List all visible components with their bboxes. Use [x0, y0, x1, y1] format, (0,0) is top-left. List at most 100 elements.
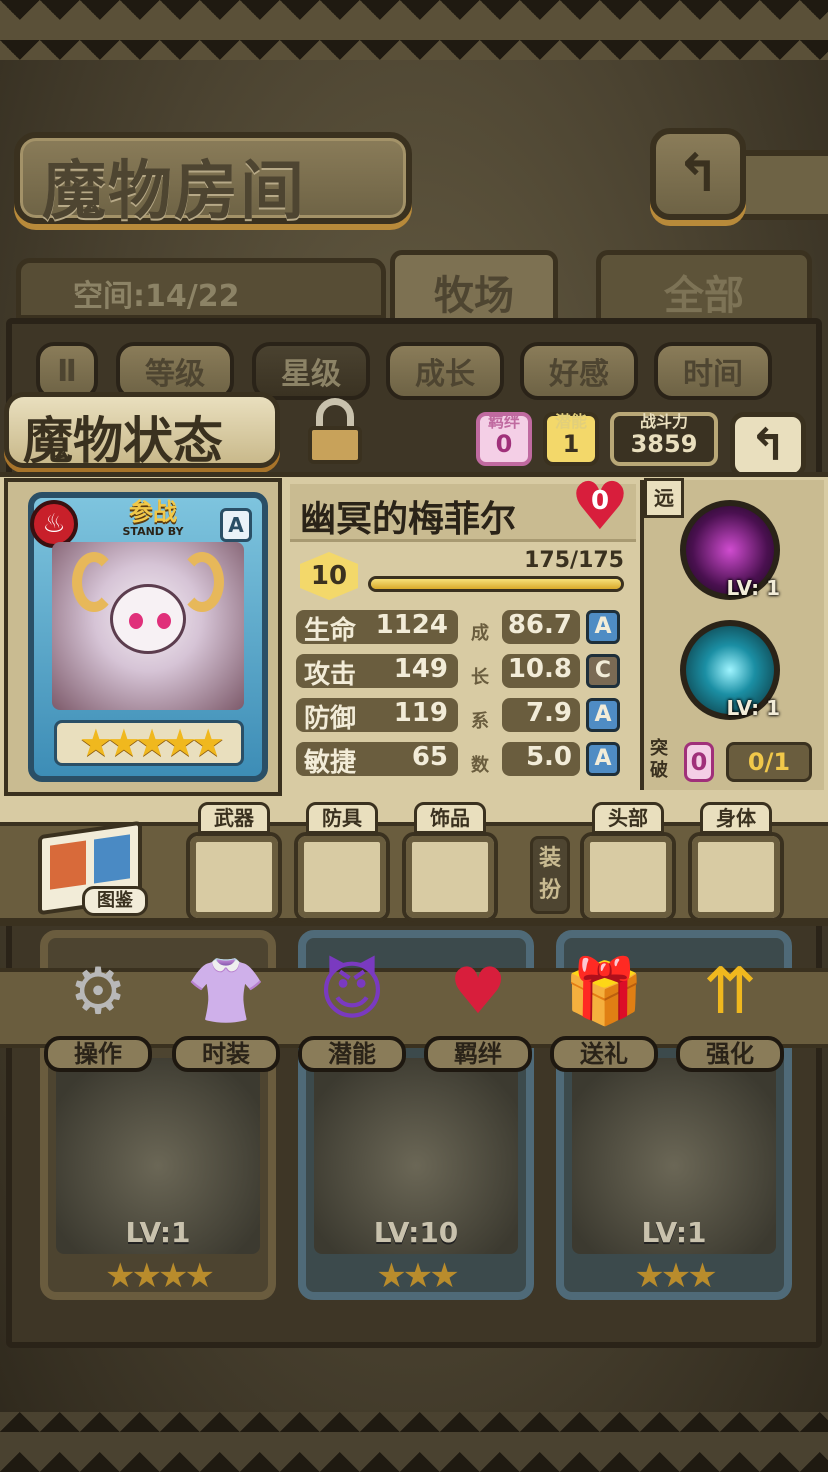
tab-ranch[interactable]: 牧场 [390, 250, 558, 328]
breakthrough-value: 0 [684, 742, 714, 782]
growth-value: 86.7 [507, 610, 572, 640]
growth-label-char: 成 [471, 623, 489, 644]
slot-label: 饰品 [414, 802, 486, 834]
slot-box [186, 832, 282, 922]
sort-growth-button[interactable]: 成长 [386, 342, 504, 400]
stat-box: 生命 1124 [296, 610, 458, 646]
codex-button[interactable]: 图鉴 [34, 820, 152, 920]
back-icon: ↰ [676, 144, 720, 204]
gear-icon: ⚙ [69, 955, 127, 1029]
roster-stars: ★★★★ [105, 1256, 215, 1296]
power-value: 3859 [630, 430, 698, 458]
stat-value: 119 [393, 698, 448, 728]
accessory-slot[interactable]: 饰品 [402, 802, 498, 922]
head-slot[interactable]: 头部 [580, 802, 676, 922]
standby-label-en: STAND BY [122, 525, 184, 538]
growth-value: 10.8 [507, 654, 572, 684]
weapon-slot[interactable]: 武器 [186, 802, 282, 922]
tab-all[interactable]: 全部 [596, 250, 812, 328]
sort-affection-button[interactable]: 好感 [520, 342, 638, 400]
skill-level: LV: 1 [726, 576, 780, 600]
breakthrough-row: 突破 0 0/1 [646, 738, 818, 786]
action-label: 潜能 [298, 1036, 406, 1072]
body-slot[interactable]: 身体 [688, 802, 784, 922]
monster-face [110, 584, 186, 654]
potential-badge: 潜能 1 [543, 412, 599, 466]
growth-coefficient-label: 成 长 系 数 [470, 612, 490, 788]
back-button[interactable]: ↰ [650, 128, 746, 220]
skill-level: LV: 1 [726, 696, 780, 720]
demon-icon: 😈 [318, 955, 386, 1029]
action-label: 时装 [172, 1036, 280, 1072]
dress-up-label: 装扮 [530, 836, 570, 914]
top-zigzag-border [0, 0, 828, 60]
slot-box [688, 832, 784, 922]
skill-dark-icon[interactable]: LV: 1 [680, 500, 780, 600]
potential-label: 潜能 [554, 412, 587, 431]
breakthrough-progress: 0/1 [726, 742, 812, 782]
stat-name: 攻击 [304, 660, 357, 690]
armor-slot[interactable]: 防具 [294, 802, 390, 922]
stat-name: 敏捷 [304, 748, 357, 778]
action-label: 操作 [44, 1036, 152, 1072]
horn-right [180, 552, 224, 612]
close-status-button[interactable]: ↰ [730, 412, 806, 478]
fashion-action[interactable]: 👚 时装 [172, 948, 280, 1078]
monster-name: 幽冥的梅菲尔 [300, 499, 517, 540]
sort-star-button[interactable]: 星级 [252, 342, 370, 400]
lock-body [308, 426, 362, 464]
growth-value: 7.9 [525, 698, 572, 728]
lock-icon[interactable] [300, 396, 370, 466]
stat-value: 1124 [375, 610, 448, 640]
eye-right [157, 613, 171, 629]
growth-box: 5.0 [502, 742, 580, 776]
monster-room-screen: 魔物房间 ↰ 空间:14/22 牧场 全部 Ⅱ 等级 星级 成长 好感 时间 L… [0, 0, 828, 1472]
bond-value: 0 [495, 430, 513, 458]
growth-box: 86.7 [502, 610, 580, 644]
gift-action[interactable]: 🎁 送礼 [550, 948, 658, 1078]
page-title: 魔物房间 [42, 154, 306, 229]
roster-stars: ★★★ [376, 1256, 459, 1296]
growth-grade: A [586, 742, 620, 776]
range-tag: 远 [644, 478, 684, 518]
potential-value: 1 [562, 430, 580, 458]
slot-label: 武器 [198, 802, 270, 834]
stat-name: 生命 [304, 616, 357, 646]
exp-bar [368, 576, 624, 592]
slot-label: 防具 [306, 802, 378, 834]
skill-wind-icon[interactable]: LV: 1 [680, 620, 780, 720]
status-title: 魔物状态 [23, 411, 223, 470]
status-title-plaque: 魔物状态 [4, 392, 280, 470]
growth-grade: A [586, 698, 620, 732]
monster-portrait [52, 542, 244, 710]
space-label: 空间:14/22 [73, 279, 240, 314]
growth-box: 10.8 [502, 654, 580, 688]
gift-icon: 🎁 [564, 955, 644, 1029]
monster-card-frame: ♨ 参战 STAND BY A ★★★★★ [4, 478, 282, 796]
space-counter: 空间:14/22 [16, 258, 386, 320]
affection-value: 0 [590, 486, 610, 516]
stat-box: 防御 119 [296, 698, 458, 734]
slot-label: 身体 [700, 802, 772, 834]
fire-icon: ♨ [30, 500, 78, 548]
growth-grade: A [586, 610, 620, 644]
slot-label: 头部 [592, 802, 664, 834]
bond-action[interactable]: ♥ 羁绊 [424, 948, 532, 1078]
stat-value: 149 [393, 654, 448, 684]
sort-time-button[interactable]: 时间 [654, 342, 772, 400]
growth-label-char: 数 [471, 755, 489, 776]
standby-badge: 参战 STAND BY [98, 492, 208, 538]
potential-action[interactable]: 😈 潜能 [298, 948, 406, 1078]
clothes-icon: 👚 [186, 955, 266, 1029]
roster-level: LV:1 [641, 1216, 707, 1249]
bond-label: 羁绊 [487, 412, 520, 431]
operate-action[interactable]: ⚙ 操作 [44, 948, 152, 1078]
slot-box [580, 832, 676, 922]
monster-card[interactable]: ♨ 参战 STAND BY A ★★★★★ [28, 492, 268, 782]
enhance-action[interactable]: ⇈ 强化 [676, 948, 784, 1078]
codex-label: 图鉴 [82, 886, 148, 916]
return-icon: ↰ [749, 419, 787, 471]
growth-value: 5.0 [525, 742, 572, 772]
back-button-extension [740, 150, 828, 220]
pause-icon: Ⅱ [57, 353, 77, 389]
